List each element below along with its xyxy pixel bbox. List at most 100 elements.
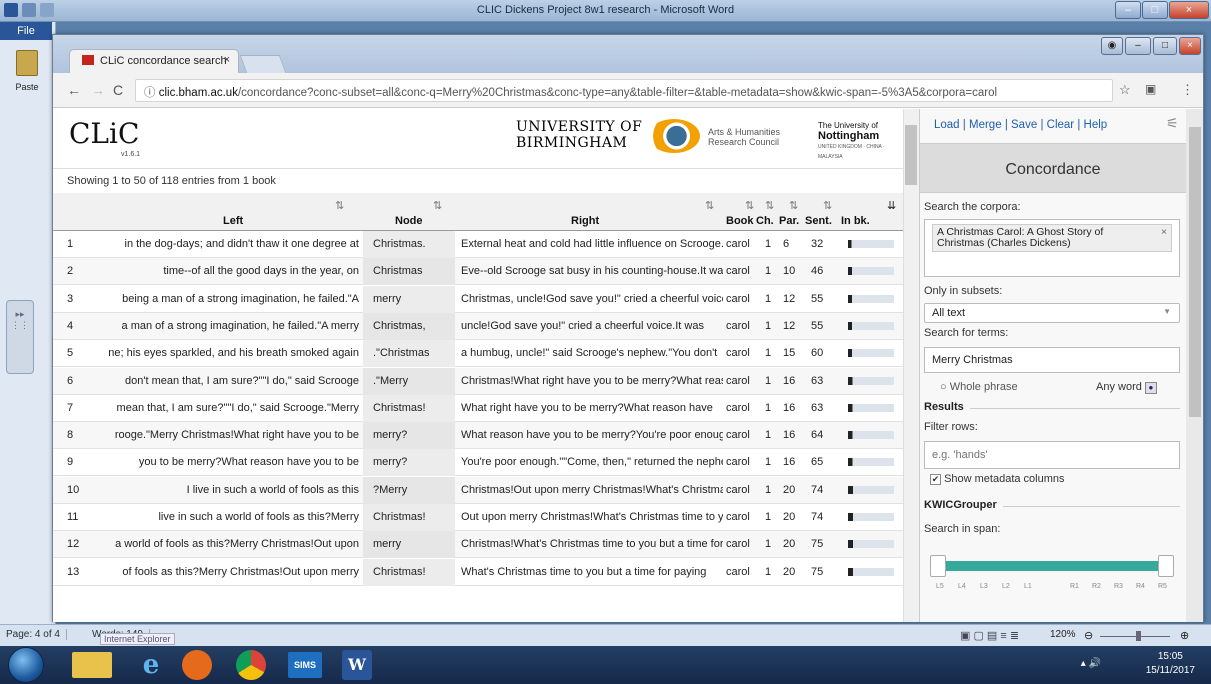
file-tab[interactable]: File: [0, 22, 52, 40]
clear-link[interactable]: Clear: [1047, 119, 1074, 131]
zoom-out-icon[interactable]: ⊖: [1084, 629, 1093, 642]
book-cell: carol: [726, 265, 750, 278]
table-row[interactable]: 2 time--of all the good days in the year,…: [53, 258, 903, 286]
help-link[interactable]: Help: [1084, 119, 1108, 131]
span-slider[interactable]: [924, 555, 1180, 577]
load-link[interactable]: Load: [934, 119, 960, 131]
sliders-icon[interactable]: ⚟: [1166, 115, 1184, 133]
sort-sent-icon[interactable]: ⇅: [823, 199, 832, 212]
chrome-user-icon[interactable]: ◉: [1101, 37, 1123, 55]
paragraph-cell: 16: [783, 401, 796, 414]
sentence-cell: 65: [811, 456, 824, 469]
table-row[interactable]: 13 of fools as this?Merry Christmas!Out u…: [53, 558, 903, 586]
paragraph-cell: 15: [783, 347, 796, 360]
sentence-cell: 55: [811, 319, 824, 332]
zoom-slider-thumb[interactable]: [1136, 631, 1141, 641]
node-word: ?Merry: [363, 476, 455, 504]
clock[interactable]: 15:05 15/11/2017: [1146, 650, 1195, 678]
col-right[interactable]: Right: [571, 215, 599, 227]
sort-book-icon[interactable]: ⇅: [745, 199, 754, 212]
table-row[interactable]: 12 a world of fools as this?Merry Christm…: [53, 531, 903, 559]
col-par[interactable]: Par.: [779, 215, 799, 227]
internet-explorer-icon[interactable]: e: [126, 648, 176, 682]
panel-scroll-thumb[interactable]: [1189, 127, 1201, 417]
zoom-in-icon[interactable]: ⊕: [1180, 629, 1189, 642]
forward-icon[interactable]: →: [91, 82, 105, 98]
sort-par-icon[interactable]: ⇅: [789, 199, 798, 212]
paragraph-cell: 20: [783, 538, 796, 551]
close-button[interactable]: ×: [1169, 1, 1209, 19]
table-row[interactable]: 1 in the dog-days; and didn't thaw it one…: [53, 231, 903, 258]
sims-icon[interactable]: SIMS: [288, 652, 322, 678]
new-tab-button[interactable]: [239, 55, 287, 73]
col-node[interactable]: Node: [395, 215, 423, 227]
word-taskbar-icon[interactable]: W: [342, 650, 372, 680]
sort-right-icon[interactable]: ⇅: [705, 199, 714, 212]
uob-line1: UNIVERSITY OF: [516, 119, 643, 135]
tab-close-icon[interactable]: ×: [224, 54, 230, 66]
back-icon[interactable]: ←: [67, 82, 81, 98]
extension-icon[interactable]: ▣: [1145, 82, 1156, 96]
table-row[interactable]: 11 live in such a world of fools as this?…: [53, 504, 903, 531]
merge-link[interactable]: Merge: [969, 119, 1002, 131]
sort-ch-icon[interactable]: ⇅: [765, 199, 774, 212]
status-page[interactable]: Page: 4 of 4: [6, 629, 67, 640]
col-sent[interactable]: Sent.: [805, 215, 832, 227]
view-buttons-icon[interactable]: ▣ ▢ ▤ ≡ ≣: [960, 629, 1019, 642]
sort-inbk-icon[interactable]: ⇊: [887, 199, 896, 212]
subset-select[interactable]: All text ▼: [924, 303, 1180, 323]
chrome-menu-icon[interactable]: ⋮: [1181, 82, 1194, 98]
show-metadata-option[interactable]: ✔ Show metadata columns: [930, 473, 1065, 485]
save-link[interactable]: Save: [1011, 119, 1037, 131]
chrome-icon[interactable]: [236, 650, 266, 680]
clic-logo[interactable]: CLiC: [69, 117, 139, 150]
table-row[interactable]: 10 I live in such a world of fools as thi…: [53, 476, 903, 504]
span-slider-right-handle[interactable]: [1158, 555, 1174, 577]
panel-toggle-handle[interactable]: ▸▸ ⋮⋮: [6, 300, 34, 374]
chrome-close-button[interactable]: ×: [1179, 37, 1201, 55]
col-left[interactable]: Left: [223, 215, 243, 227]
col-inbk[interactable]: In bk.: [841, 215, 870, 227]
bookmark-star-icon[interactable]: ☆: [1119, 82, 1131, 98]
whole-phrase-option[interactable]: ○ Whole phrase: [940, 381, 1018, 393]
table-row[interactable]: 6 don't mean that, I am sure?""I do," sai…: [53, 367, 903, 395]
table-scroll-thumb[interactable]: [905, 125, 917, 185]
paste-button[interactable]: Paste: [2, 50, 52, 110]
panel-title: Concordance: [920, 143, 1186, 193]
table-row[interactable]: 3 being a man of a strong imagination, he…: [53, 285, 903, 313]
tray-icons[interactable]: ▴ 🔊: [1081, 658, 1101, 669]
zoom-level[interactable]: 120%: [1050, 629, 1076, 640]
explorer-icon[interactable]: [72, 652, 112, 678]
table-row[interactable]: 7 mean that, I am sure?""I do," said Scro…: [53, 394, 903, 422]
checkbox-checked-icon[interactable]: ✔: [930, 474, 941, 485]
sort-left-icon[interactable]: ⇅: [335, 199, 344, 212]
filter-input[interactable]: [924, 441, 1180, 469]
table-row[interactable]: 9 you to be merry?What reason have you to…: [53, 449, 903, 477]
table-row[interactable]: 8 rooge."Merry Christmas!What right have …: [53, 422, 903, 450]
table-row[interactable]: 4 a man of a strong imagination, he faile…: [53, 312, 903, 340]
col-ch[interactable]: Ch.: [756, 215, 774, 227]
radio-checked-icon[interactable]: ●: [1144, 382, 1157, 394]
chrome-maximize-button[interactable]: □: [1153, 37, 1177, 55]
reload-icon[interactable]: C: [113, 82, 123, 98]
table-scrollbar[interactable]: [903, 109, 919, 622]
corpus-remove-icon[interactable]: ×: [1161, 227, 1167, 238]
col-book[interactable]: Book: [726, 215, 754, 227]
start-button[interactable]: [8, 647, 44, 683]
radio-unchecked-icon[interactable]: ○: [940, 381, 947, 393]
sort-node-icon[interactable]: ⇅: [433, 199, 442, 212]
media-player-icon[interactable]: [182, 650, 212, 680]
corpora-select[interactable]: A Christmas Carol: A Ghost Story of Chri…: [924, 219, 1180, 277]
browser-tab[interactable]: CLiC concordance search ×: [69, 49, 239, 73]
span-slider-left-handle[interactable]: [930, 555, 946, 577]
url-input[interactable]: ⓘ clic.bham.ac.uk/concordance?conc-subse…: [135, 79, 1113, 102]
terms-input[interactable]: Merry Christmas: [924, 347, 1180, 373]
maximize-button[interactable]: □: [1142, 1, 1168, 19]
left-context: ne; his eyes sparkled, and his breath sm…: [108, 347, 359, 360]
any-word-option[interactable]: Any word ●: [1096, 381, 1157, 394]
right-context: uncle!God save you!" cried a cheerful vo…: [461, 319, 704, 332]
table-row[interactable]: 5 ne; his eyes sparkled, and his breath s…: [53, 340, 903, 368]
chrome-minimize-button[interactable]: –: [1125, 37, 1151, 55]
minimize-button[interactable]: –: [1115, 1, 1141, 19]
zoom-slider[interactable]: [1100, 636, 1170, 637]
